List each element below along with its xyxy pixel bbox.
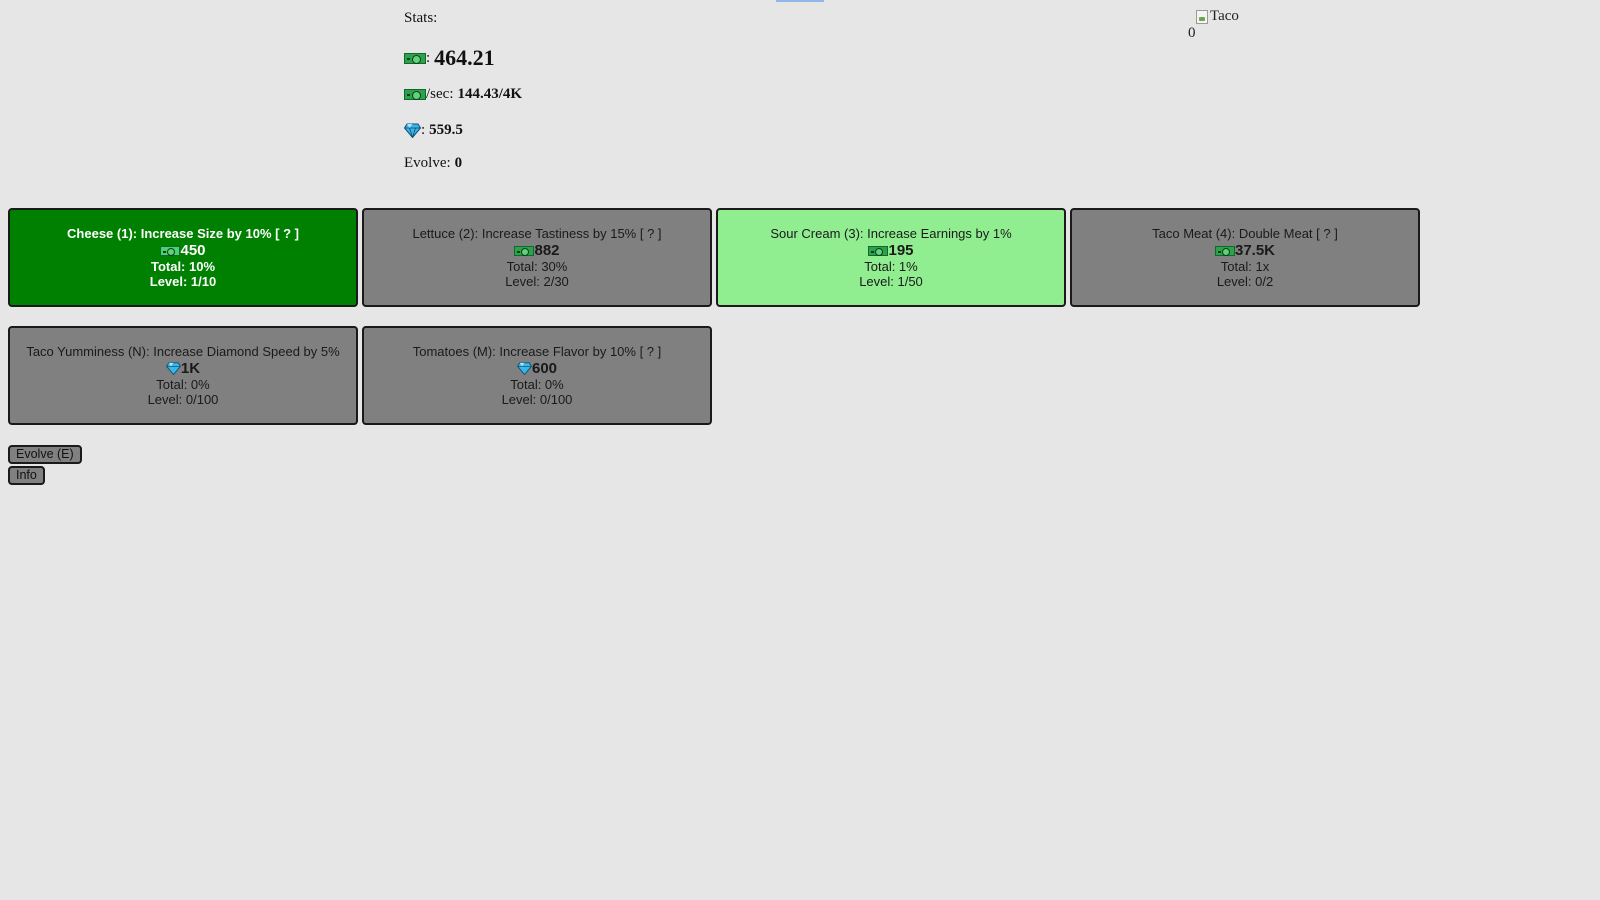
upgrade-level: Level: 1/50 — [859, 274, 923, 289]
upgrade-taco-meat[interactable]: Taco Meat (4): Double Meat [ ? ] 37.5K T… — [1070, 208, 1420, 307]
money-value: 464.21 — [434, 45, 495, 70]
diamond-icon — [165, 362, 181, 375]
upgrade-taco-yumminess[interactable]: Taco Yumminess (N): Increase Diamond Spe… — [8, 326, 358, 425]
upgrade-level: Level: 1/10 — [149, 274, 217, 289]
evolve-button[interactable]: Evolve (E) — [8, 445, 82, 464]
taco-count: 0 — [1188, 25, 1196, 41]
upgrade-level: Level: 0/100 — [147, 392, 219, 407]
money-label: : — [426, 49, 431, 66]
upgrade-cost-value: 600 — [531, 360, 558, 377]
upgrade-title: Sour Cream (3): Increase Earnings by 1% — [770, 226, 1012, 241]
stats-panel: Stats: : 464.21 /sec: 144.43/4K : 559.5 … — [404, 8, 522, 178]
taco-image[interactable]: Taco — [1196, 8, 1239, 25]
per-sec-value: 144.43/4K — [457, 86, 523, 102]
upgrade-title: Lettuce (2): Increase Tastiness by 15% [… — [412, 226, 662, 241]
stats-title: Stats: — [404, 10, 438, 26]
diamond-stat: : 559.5 — [404, 113, 522, 148]
per-sec-label: /sec: — [426, 86, 454, 102]
diamond-icon — [404, 123, 421, 138]
money-stat: : 464.21 — [404, 40, 522, 76]
top-tab-indicator — [776, 0, 824, 2]
taco-image-alt: Taco — [1210, 8, 1239, 24]
upgrade-cost: 882 — [364, 242, 710, 259]
upgrade-cost-value: 1K — [180, 360, 201, 377]
money-bill-icon — [404, 89, 426, 100]
broken-image-icon — [1196, 9, 1208, 24]
upgrade-cost: 37.5K — [1072, 242, 1418, 259]
upgrade-cost: 195 — [718, 242, 1064, 259]
money-bill-icon — [868, 245, 889, 256]
upgrade-level: Level: 0/2 — [1216, 274, 1274, 289]
upgrade-total: Total: 1x — [1220, 259, 1270, 274]
money-per-sec-stat: /sec: 144.43/4K — [404, 76, 522, 113]
upgrade-level: Level: 0/100 — [501, 392, 573, 407]
upgrade-cost-value: 195 — [888, 242, 914, 259]
upgrade-cost-value: 450 — [180, 242, 206, 259]
evolve-label: Evolve: — [404, 154, 451, 171]
upgrade-title: Tomatoes (M): Increase Flavor by 10% [ ?… — [412, 344, 662, 359]
diamond-label: : — [421, 122, 426, 138]
upgrade-total: Total: 30% — [506, 259, 568, 274]
upgrade-cost-value: 882 — [534, 242, 560, 259]
upgrade-lettuce[interactable]: Lettuce (2): Increase Tastiness by 15% [… — [362, 208, 712, 307]
diamond-value: 559.5 — [429, 122, 463, 138]
money-bill-icon — [1214, 245, 1235, 256]
money-bill-icon — [160, 245, 181, 256]
evolve-stat: Evolve: 0 — [404, 148, 522, 178]
upgrade-title: Taco Meat (4): Double Meat [ ? ] — [1152, 226, 1338, 241]
upgrade-title: Cheese (1): Increase Size by 10% [ ? ] — [67, 226, 299, 241]
upgrade-cost-value: 37.5K — [1234, 242, 1276, 259]
money-bill-icon — [404, 52, 426, 64]
upgrade-total: Total: 1% — [864, 259, 918, 274]
upgrade-total: Total: 0% — [156, 377, 210, 392]
money-bill-icon — [514, 245, 535, 256]
upgrade-cost: 600 — [364, 360, 710, 377]
evolve-value: 0 — [454, 154, 463, 171]
diamond-icon — [517, 362, 532, 375]
upgrade-cost: 1K — [10, 360, 356, 377]
upgrade-total: Total: 0% — [510, 377, 564, 392]
info-button[interactable]: Info — [8, 466, 45, 485]
upgrade-cost: 450 — [10, 242, 356, 259]
upgrade-tomatoes[interactable]: Tomatoes (M): Increase Flavor by 10% [ ?… — [362, 326, 712, 425]
upgrade-total: Total: 10% — [150, 259, 216, 274]
upgrade-cheese[interactable]: Cheese (1): Increase Size by 10% [ ? ] 4… — [8, 208, 358, 307]
upgrade-level: Level: 2/30 — [505, 274, 569, 289]
upgrade-title: Taco Yumminess (N): Increase Diamond Spe… — [26, 344, 340, 359]
upgrade-sour-cream[interactable]: Sour Cream (3): Increase Earnings by 1% … — [716, 208, 1066, 307]
